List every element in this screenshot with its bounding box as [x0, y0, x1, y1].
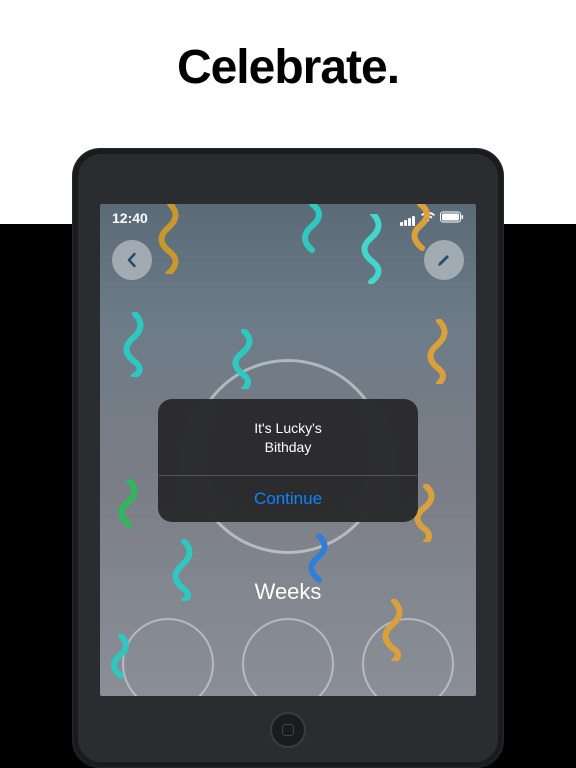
birthday-alert: It's Lucky's Bithday Continue: [158, 399, 418, 522]
alert-line2: Bithday: [174, 438, 402, 457]
cellular-icon: [400, 210, 416, 226]
status-indicators: [400, 210, 464, 226]
promo-headline: Celebrate.: [0, 40, 576, 95]
ipad-frame: 12:40: [72, 148, 504, 768]
alert-line1: It's Lucky's: [174, 419, 402, 438]
battery-icon: [440, 210, 464, 226]
back-button[interactable]: [112, 240, 152, 280]
app-screen: 12:40: [100, 204, 476, 696]
app-store-promo: Celebrate. 12:40: [0, 0, 576, 768]
home-button[interactable]: [270, 712, 306, 748]
secondary-circle: [242, 618, 334, 696]
status-bar: 12:40: [100, 204, 476, 232]
streamer-icon: [425, 319, 453, 384]
wifi-icon: [420, 210, 436, 226]
streamer-icon: [120, 312, 150, 377]
secondary-circle: [362, 618, 454, 696]
streamer-icon: [115, 479, 143, 534]
status-time: 12:40: [112, 210, 148, 226]
weeks-label: Weeks: [100, 579, 476, 605]
pencil-icon: [435, 251, 453, 269]
continue-button[interactable]: Continue: [158, 476, 418, 522]
home-button-icon: [282, 724, 294, 736]
secondary-circles-row: [100, 618, 476, 696]
edit-button[interactable]: [424, 240, 464, 280]
alert-message: It's Lucky's Bithday: [158, 399, 418, 475]
secondary-circle: [122, 618, 214, 696]
chevron-left-icon: [123, 251, 141, 269]
